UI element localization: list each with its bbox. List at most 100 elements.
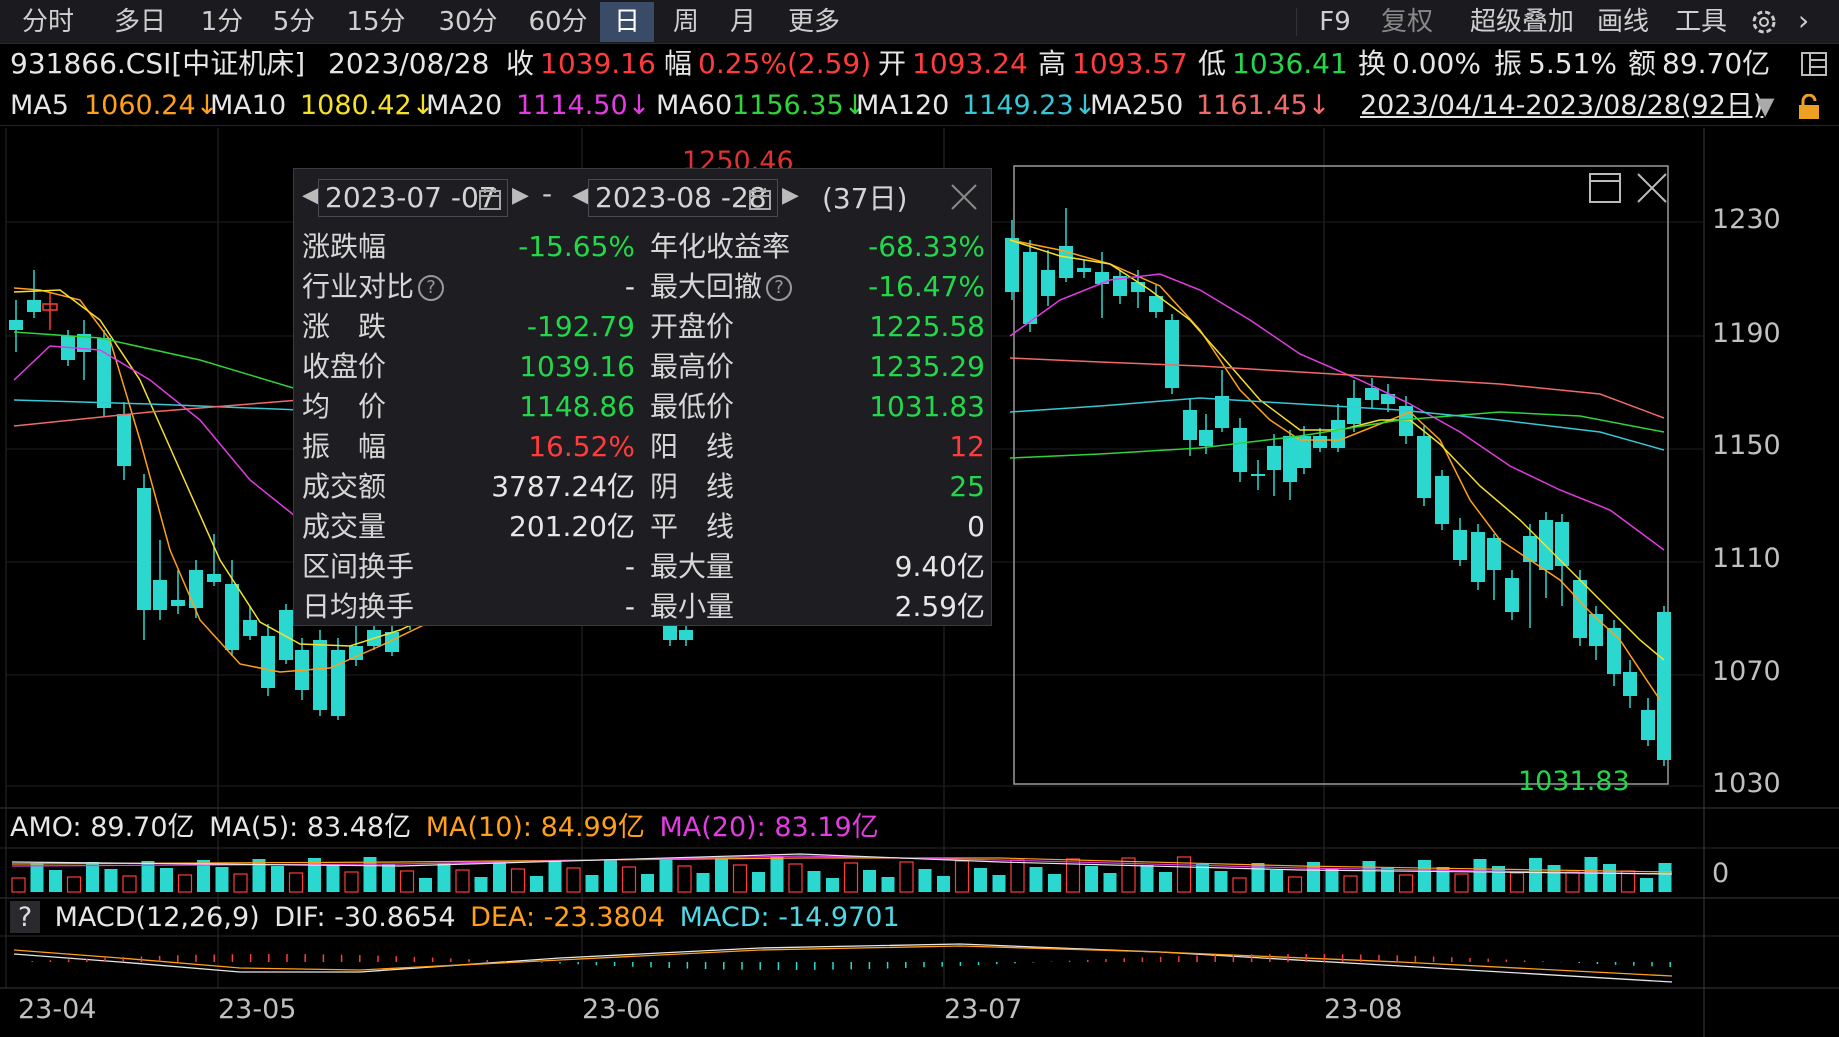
help-icon[interactable]: ? [766,275,793,301]
candle-body [1435,476,1449,524]
volume-bar [1454,873,1469,893]
stat-value: 1031.83 [869,390,985,423]
volume-bar [1029,867,1043,892]
date-tick: 23-07 [944,994,1023,1025]
volume-bar [474,877,488,892]
volume-bar [1010,859,1025,893]
volume-bar [788,863,803,893]
stat-value: 16.52% [528,430,635,463]
stat-label-text: 开盘价 [650,310,735,343]
candle-body [1347,398,1361,424]
candle-body [1331,420,1345,448]
stat-value: -15.65% [518,230,635,263]
end-date-prev-icon[interactable]: ◀ [572,183,589,208]
price-tick: 1190 [1712,318,1781,349]
stat-value: 1148.86 [519,390,635,423]
close-popup-icon[interactable] [950,183,978,211]
volume-bar [1270,870,1283,892]
date-tick: 23-04 [18,994,97,1025]
stat-label: 行业对比? [302,267,445,307]
candle-body [1165,320,1179,388]
ma-line [1009,239,1661,701]
macd-dea: DEA: -23.3804 [470,902,666,933]
stat-value: 9.40亿 [894,550,985,583]
volume-bar [1529,858,1542,892]
close-selection-icon[interactable] [1637,173,1667,203]
candle-body [1215,396,1229,428]
date-dash: - [542,177,553,210]
ma-line [13,399,301,411]
volume-bar [215,867,229,892]
stat-label: 涨 跌 [302,307,386,347]
stat-label: 年化收益率 [650,227,790,267]
stat-label-text: 最低价 [650,390,735,423]
price-tick: 1110 [1712,543,1781,574]
volume-bar [641,874,654,892]
volume-bar [604,860,617,892]
stat-value: 1225.58 [869,310,985,343]
stat-label: 振 幅 [302,427,386,467]
stat-label: 区间换手 [302,547,414,587]
macd-help-button[interactable]: ? [10,901,40,933]
stat-label-text: 涨 跌 [302,310,387,343]
candle-body [1523,536,1537,562]
popup-header: ◀ 2023-07 -07 ▶ - ◀ 2023-08 -28 ▶ (37日) [294,169,991,225]
candle-body [1251,474,1265,476]
candle-body [1233,428,1247,472]
volume-bar [233,873,248,893]
volume-bar [1584,857,1598,892]
volume-bar [752,872,765,892]
volume-bar [770,857,784,892]
volume-bar [585,875,599,892]
popup-stat-row: 振 幅 16.52% 阳 线 12 [294,427,991,467]
volume-bar [122,875,137,893]
candle-body [153,580,167,610]
stat-label: 最大回撤? [650,267,793,307]
volume-bar [899,861,914,893]
ma-line [13,345,301,521]
amo-legend: AMO: 89.70亿 MA(5): 83.48亿 MA(10): 84.99亿… [10,811,879,845]
volume-bar [49,870,62,892]
stat-value: 12 [949,430,985,463]
start-date-field[interactable]: 2023-07 -07 [318,179,508,217]
volume-bar [954,860,970,893]
volume-bar [826,878,839,892]
candle-body [1657,612,1671,760]
macd-label: MACD(12,26,9) [54,902,260,933]
volume-bar [160,868,173,892]
start-date-prev-icon[interactable]: ◀ [302,183,319,208]
candle-body [1131,282,1145,292]
maximize-icon[interactable] [1589,173,1621,203]
candle-body [1365,388,1379,400]
start-date-text: 2023-07 -07 [325,181,497,214]
end-date-field[interactable]: 2023-08 -28 [588,179,778,217]
volume-bar [104,869,118,892]
calendar-icon[interactable] [479,188,501,210]
amo-ma20: MA(20): 83.19亿 [659,812,879,843]
calendar-icon[interactable] [749,188,771,210]
stat-value: -68.33% [868,230,985,263]
candle-body [1471,532,1485,582]
price-tick: 1070 [1712,656,1781,687]
end-date-next-icon[interactable]: ▶ [782,183,799,208]
stat-value: - [624,550,635,583]
volume-bar [30,863,44,892]
macd-value: MACD: -14.9701 [679,902,900,933]
volume-bar [974,868,987,892]
stat-label: 最高价 [650,347,734,387]
volume-bar [271,866,284,892]
candle-body [1199,430,1213,446]
help-icon[interactable]: ? [418,275,445,301]
volume-bar [1492,866,1505,892]
volume-bar [1048,874,1061,892]
volume-bar [566,867,581,893]
stat-label-text: 收盘价 [302,350,387,383]
candle-body [1487,538,1501,570]
stat-label: 涨跌幅 [302,227,386,267]
start-date-next-icon[interactable]: ▶ [512,183,529,208]
stat-label-text: 成交额 [302,470,387,503]
popup-stat-row: 日均换手 - 最小量 2.59亿 [294,587,991,627]
stat-label: 阳 线 [650,427,734,467]
candle-body [1505,578,1519,612]
amo-ma10: MA(10): 84.99亿 [425,812,645,843]
